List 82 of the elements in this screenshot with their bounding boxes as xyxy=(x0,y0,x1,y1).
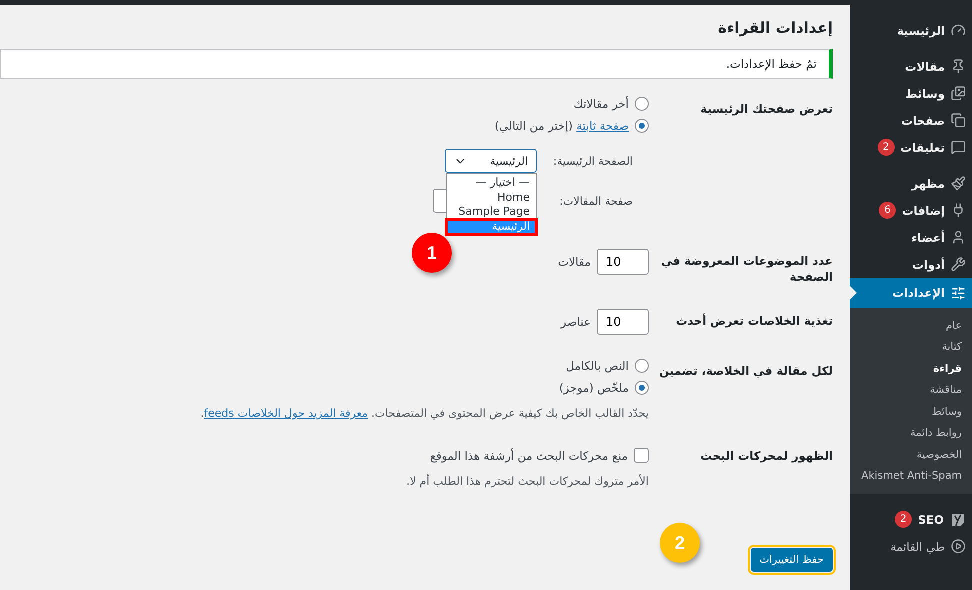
y-logo-icon xyxy=(950,512,966,528)
sidebar-item[interactable]: الرئيسية xyxy=(891,17,972,44)
menu-icon xyxy=(951,59,966,74)
menu-icon xyxy=(951,23,966,38)
submenu-item[interactable]: عام xyxy=(850,315,972,336)
save-changes-button[interactable]: حفظ التغييرات xyxy=(750,548,833,572)
menu-icon xyxy=(951,203,966,218)
menu-icon xyxy=(951,176,966,191)
dropdown-option[interactable]: Home xyxy=(447,190,536,205)
menu-label: الإعدادات xyxy=(892,286,945,300)
sidebar-item[interactable]: أعضاء xyxy=(906,224,972,251)
count-badge: 2 xyxy=(895,511,912,528)
setting-label: لكل مقالة في الخلاصة، تضمين xyxy=(658,363,833,380)
static-page-link[interactable]: صفحة ثابتة xyxy=(576,119,629,133)
sidebar-item[interactable]: الإعدادات xyxy=(850,278,972,308)
radio-label: أخر مقالاتك xyxy=(574,97,629,111)
menu-label: طي القائمة xyxy=(890,540,945,554)
radio-label: صفحة ثابتة (إختر من التالي) xyxy=(494,119,629,133)
menu-icon xyxy=(951,86,966,101)
submenu-item[interactable]: الخصوصية xyxy=(850,444,972,466)
menu-label: إضافات xyxy=(902,204,945,218)
menu-label: أعضاء xyxy=(912,230,945,244)
number-field[interactable]: 10 xyxy=(597,249,649,275)
menu-icon xyxy=(951,257,966,272)
menu-icon xyxy=(951,140,966,155)
help-text: الأمر متروك لمحركات البحث لتحترم هذا الطلب أم لا. xyxy=(406,475,649,488)
sidebar-item[interactable]: إضافات xyxy=(896,197,972,224)
help-text: يحدّد القالب الخاص بك كيفية عرض المحتوى في المتصفحات. معرفة المزيد حول الخلاصات feeds. xyxy=(200,407,649,420)
menu-label: أدوات xyxy=(912,258,945,272)
select-label: صفحة المقالات: xyxy=(558,194,633,208)
sidebar-item[interactable]: مقالات xyxy=(899,53,972,80)
sidebar-item[interactable]: أدوات xyxy=(906,251,972,278)
sidebar-item[interactable]: وسائط xyxy=(900,80,972,107)
menu-icon xyxy=(951,230,966,245)
submenu-item[interactable]: كتابة xyxy=(850,336,972,358)
menu-label: SEO xyxy=(918,512,944,526)
radio-button[interactable] xyxy=(635,381,649,396)
setting-label: تغذية الخلاصات تعرض أحدث xyxy=(675,312,833,330)
sidebar-item[interactable]: صفحات xyxy=(895,107,972,134)
count-badge: 2 xyxy=(878,139,895,156)
number-field[interactable]: 10 xyxy=(597,309,649,336)
sidebar-item[interactable]: مظهر xyxy=(906,170,972,197)
radio-button[interactable] xyxy=(635,119,649,133)
count-badge: 6 xyxy=(879,202,896,219)
radio-button[interactable] xyxy=(635,359,649,374)
menu-label: صفحات xyxy=(901,114,945,128)
page-select[interactable]: الرئيسية xyxy=(445,149,537,173)
submenu-item[interactable]: وسائط xyxy=(850,401,972,422)
checkbox[interactable] xyxy=(634,448,649,464)
setting-label: الظهور لمحركات البحث xyxy=(700,448,833,466)
dropdown-option[interactable]: — اختيار — xyxy=(447,176,536,190)
sidebar-item[interactable]: تعليقات xyxy=(894,134,972,161)
menu-label: الرئيسية xyxy=(897,24,945,38)
menu-icon xyxy=(951,113,966,128)
menu-label: مظهر xyxy=(912,176,945,190)
submenu-item[interactable]: روابط دائمة xyxy=(850,422,972,444)
submenu-item[interactable]: مناقشة xyxy=(850,380,972,401)
dropdown-option[interactable]: Sample Page xyxy=(447,205,536,220)
select-label: الصفحة الرئيسية: xyxy=(552,154,633,168)
setting-label: عدد الموضوعات المعروضة في الصفحة xyxy=(660,253,833,286)
submenu-item[interactable]: قراءة xyxy=(850,358,972,380)
step-number-marker: 2 xyxy=(660,523,700,563)
submenu-item[interactable]: Akismet Anti-Spam xyxy=(850,466,972,487)
success-notice: تمّ حفظ الإعدادات. xyxy=(0,49,833,79)
radio-label: النص بالكامل xyxy=(566,359,629,374)
current-arrow-icon xyxy=(850,286,857,300)
menu-icon xyxy=(951,286,966,300)
setting-label: تعرض صفحتك الرئيسية xyxy=(700,101,833,118)
sidebar-item[interactable]: طي القائمة xyxy=(884,533,972,560)
checkbox-label: منع محركات البحث من أرشفة هذا الموقع xyxy=(430,448,628,463)
learn-more-link[interactable]: معرفة المزيد حول الخلاصات feeds xyxy=(204,407,368,420)
radio-label: ملخّص (موجز) xyxy=(559,381,629,396)
step-number-marker: 1 xyxy=(412,233,452,273)
menu-label: تعليقات xyxy=(900,140,945,154)
menu-icon xyxy=(951,539,966,554)
radio-button[interactable] xyxy=(635,97,649,111)
sidebar-item[interactable]: SEO xyxy=(912,506,972,533)
menu-label: مقالات xyxy=(905,60,945,74)
menu-label: وسائط xyxy=(906,86,945,100)
unit-label: عناصر xyxy=(561,315,591,330)
unit-label: مقالات xyxy=(558,255,591,269)
page-title: إعدادات القراءة xyxy=(717,19,833,37)
